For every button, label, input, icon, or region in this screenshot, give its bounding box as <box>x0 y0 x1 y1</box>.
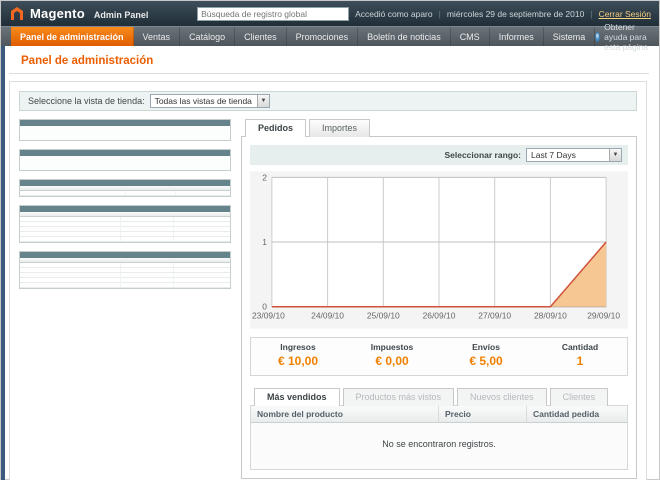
products-column-cantidad-pedida: Cantidad pedida <box>527 406 627 422</box>
table-cell <box>121 283 174 288</box>
tab-clientes: Clientes <box>550 388 609 406</box>
table-block-ltimos-5-t-rminos-buscados <box>19 205 231 243</box>
nav-item-informes[interactable]: Informes <box>490 27 544 46</box>
dashboard-columns: PedidosImportes Seleccionar rango: Last … <box>19 119 637 479</box>
table-row[interactable] <box>20 283 230 288</box>
store-view-label: Seleccione la vista de tienda: <box>28 96 145 106</box>
products-column-precio: Precio <box>439 406 527 422</box>
table-block-los-5-t-rminos-de-b-squeda-m-s-importantes <box>19 251 231 289</box>
svg-text:1: 1 <box>262 237 267 247</box>
title-divider <box>9 73 649 74</box>
logged-in-as: Accedió como aparo <box>355 9 433 19</box>
stat-value: 1 <box>577 354 584 368</box>
svg-text:26/09/10: 26/09/10 <box>423 311 456 321</box>
stat-ingresos: Ingresos € 10,00 <box>251 342 345 370</box>
grids-tabs: Más vendidosProductos más vistosNuevos c… <box>250 388 628 405</box>
stat-label: Impuestos <box>345 342 439 352</box>
stat-value: € 10,00 <box>278 354 318 368</box>
range-bar: Seleccionar rango: Last 7 Days ▼ <box>250 145 628 165</box>
content-area: Panel de administración Seleccione la vi… <box>1 46 659 480</box>
current-date: miércoles 29 de septiembre de 2010 <box>447 9 585 19</box>
tab-productos-m-s-vistos: Productos más vistos <box>343 388 455 406</box>
stat-value: € 5,00 <box>469 354 502 368</box>
magento-logo: Magento Admin Panel <box>9 6 148 22</box>
nav-item-promociones[interactable]: Promociones <box>287 27 359 46</box>
help-globe-icon <box>595 32 600 42</box>
header-right: Accedió como aparo | miércoles 29 de sep… <box>197 7 651 21</box>
chevron-down-icon: ▼ <box>257 95 269 107</box>
help-label: Obtener ayuda para esta página <box>604 22 649 52</box>
logout-link[interactable]: Cerrar Sesión <box>599 9 651 19</box>
table-cell <box>125 191 175 196</box>
svg-text:28/09/10: 28/09/10 <box>534 311 567 321</box>
help-link[interactable]: Obtener ayuda para esta página <box>595 27 649 46</box>
brand-suffix: Admin Panel <box>94 10 149 20</box>
stat-label: Envíos <box>439 342 533 352</box>
tab-nuevos-clientes: Nuevos clientes <box>457 388 547 406</box>
table-cell <box>20 191 125 196</box>
header-separator: | <box>439 9 441 19</box>
nav-item-clientes[interactable]: Clientes <box>235 27 287 46</box>
table-cell <box>20 237 121 242</box>
stat-value: € 0,00 <box>375 354 408 368</box>
nav-item-ventas[interactable]: Ventas <box>134 27 181 46</box>
svg-text:27/09/10: 27/09/10 <box>478 311 511 321</box>
table-cell <box>20 283 121 288</box>
range-select[interactable]: Last 7 Days ▼ <box>526 148 622 162</box>
table-cell <box>175 191 230 196</box>
chevron-down-icon: ▼ <box>609 149 621 161</box>
chart-panel: Seleccionar rango: Last 7 Days ▼ 01223/0… <box>241 136 637 479</box>
stat-label: Cantidad <box>533 342 627 352</box>
nav-item-cms[interactable]: CMS <box>451 27 490 46</box>
nav-item-cat-logo[interactable]: Catálogo <box>180 27 235 46</box>
products-column-nombre-del-producto: Nombre del producto <box>251 406 439 422</box>
svg-text:29/09/10: 29/09/10 <box>587 311 620 321</box>
stat-card-promedio-de-importe-de-pedidos <box>19 149 231 171</box>
nav-item-sistema[interactable]: Sistema <box>544 27 596 46</box>
svg-text:23/09/10: 23/09/10 <box>252 311 285 321</box>
chart-column: PedidosImportes Seleccionar rango: Last … <box>241 119 637 479</box>
table-cell <box>121 237 174 242</box>
global-search-input[interactable] <box>197 7 349 21</box>
table-cell <box>173 237 230 242</box>
table-cell <box>173 283 230 288</box>
store-view-selected: Todas las vistas de tienda <box>155 96 252 106</box>
dashboard-container: Seleccione la vista de tienda: Todas las… <box>9 81 647 480</box>
magento-logo-icon <box>9 6 25 22</box>
table-block-ltimos-5-pedidos <box>19 179 231 197</box>
tab-importes[interactable]: Importes <box>309 119 370 137</box>
stat-card-ciclo-de-ventas <box>19 119 231 141</box>
table-row[interactable] <box>20 191 230 196</box>
range-label: Seleccionar rango: <box>444 150 521 160</box>
products-grid: Nombre del productoPrecioCantidad pedida… <box>250 405 628 470</box>
card-value <box>20 126 230 140</box>
products-grid-header: Nombre del productoPrecioCantidad pedida <box>251 406 627 423</box>
card-value <box>20 156 230 170</box>
header-separator: | <box>590 9 592 19</box>
main-nav: Panel de administraciónVentasCatálogoCli… <box>1 26 659 46</box>
stat-cantidad: Cantidad 1 <box>533 342 627 370</box>
empty-grid-message: No se encontraron registros. <box>251 423 627 469</box>
stat-impuestos: Impuestos € 0,00 <box>345 342 439 370</box>
sales-snapshot-column <box>19 119 231 479</box>
stat-label: Ingresos <box>251 342 345 352</box>
stat-env-os: Envíos € 5,00 <box>439 342 533 370</box>
svg-text:25/09/10: 25/09/10 <box>367 311 400 321</box>
nav-item-bolet-n-de-noticias[interactable]: Boletín de noticias <box>358 27 451 46</box>
tab-pedidos[interactable]: Pedidos <box>245 119 306 137</box>
orders-chart: 01223/09/1024/09/1025/09/1026/09/1027/09… <box>250 171 628 329</box>
brand-name: Magento <box>30 6 85 21</box>
nav-item-panel-de-administraci-n[interactable]: Panel de administración <box>11 27 134 46</box>
range-selected: Last 7 Days <box>531 150 576 160</box>
store-view-bar: Seleccione la vista de tienda: Todas las… <box>19 91 637 111</box>
chart-tabs: PedidosImportes <box>241 119 637 136</box>
stats-row: Ingresos € 10,00 Impuestos € 0,00 Envíos € 5,… <box>250 337 628 376</box>
store-view-select[interactable]: Todas las vistas de tienda ▼ <box>150 94 270 108</box>
app-header: Magento Admin Panel Accedió como aparo |… <box>1 1 659 26</box>
svg-text:24/09/10: 24/09/10 <box>311 311 344 321</box>
table-row[interactable] <box>20 237 230 242</box>
tab-m-s-vendidos[interactable]: Más vendidos <box>254 388 340 406</box>
page-title: Panel de administración <box>21 55 659 67</box>
svg-text:2: 2 <box>262 172 267 182</box>
